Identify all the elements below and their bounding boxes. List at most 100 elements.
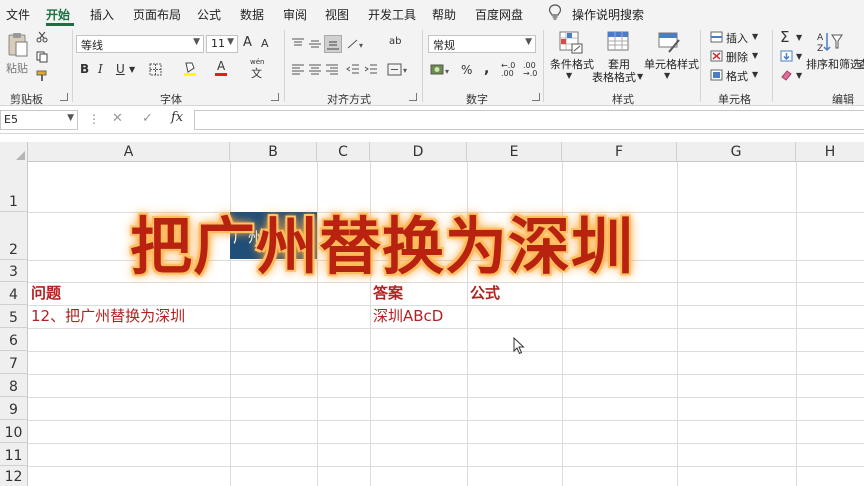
sort-filter-button[interactable]: 排序和筛选 — [806, 58, 861, 71]
insert-cells-icon[interactable] — [710, 31, 723, 43]
chevron-down-icon[interactable]: ▼ — [664, 71, 670, 80]
wrap-text-button[interactable]: ab — [389, 36, 401, 47]
increase-decimal-button[interactable]: ←.0 .00 — [501, 62, 519, 78]
clipboard-launcher[interactable] — [60, 93, 68, 101]
fill-color-icon[interactable] — [183, 60, 197, 76]
format-as-table-line2[interactable]: 表格格式 — [592, 71, 636, 84]
cancel-icon[interactable]: ✕ — [112, 111, 123, 126]
menu-insert[interactable]: 插入 — [90, 6, 114, 23]
chevron-down-icon[interactable]: ▼ — [752, 32, 758, 41]
insert-function-button[interactable]: fx — [171, 110, 183, 125]
merge-center-icon[interactable]: ▾ — [387, 63, 409, 76]
paste-button[interactable]: 粘贴 — [6, 60, 28, 76]
column-header-d[interactable]: D — [370, 142, 467, 162]
format-cells-icon[interactable] — [710, 69, 723, 81]
accounting-format-icon[interactable]: ▾ — [430, 64, 452, 76]
cell-d4[interactable]: 答案 — [373, 284, 403, 303]
column-header-b[interactable]: B — [230, 142, 317, 162]
shrink-font-button[interactable]: A — [261, 37, 269, 50]
formula-bar-splitter-icon[interactable]: ⋮ — [88, 112, 100, 126]
cell-a4[interactable]: 问题 — [31, 284, 61, 303]
row-header-3[interactable]: 3 — [0, 260, 28, 282]
menu-file[interactable]: 文件 — [6, 6, 30, 23]
decrease-indent-icon[interactable] — [346, 64, 360, 76]
grow-font-button[interactable]: A — [243, 35, 252, 50]
menu-baidu-netdisk[interactable]: 百度网盘 — [475, 6, 523, 23]
autosum-icon[interactable]: Σ — [780, 28, 789, 46]
font-name-select[interactable]: 等线 ▼ — [76, 35, 204, 53]
menu-view[interactable]: 视图 — [325, 6, 349, 23]
phonetic-guide-button[interactable]: wén 文 — [248, 58, 268, 80]
chevron-down-icon[interactable]: ▼ — [796, 71, 802, 80]
delete-cells-button[interactable]: 删除 — [726, 49, 748, 65]
format-painter-icon[interactable] — [36, 70, 48, 82]
column-header-c[interactable]: C — [317, 142, 370, 162]
formula-input[interactable] — [194, 110, 864, 130]
chevron-down-icon[interactable]: ▼ — [796, 33, 802, 42]
column-header-f[interactable]: F — [562, 142, 677, 162]
menu-data[interactable]: 数据 — [240, 6, 264, 23]
number-format-select[interactable]: 常规 ▼ — [428, 35, 536, 53]
conditional-format-icon[interactable] — [558, 30, 584, 54]
format-as-table-icon[interactable] — [606, 30, 630, 54]
number-launcher[interactable] — [532, 93, 540, 101]
menu-formulas[interactable]: 公式 — [197, 6, 221, 23]
fill-icon[interactable] — [780, 50, 793, 62]
orientation-icon[interactable]: ▾ — [346, 38, 366, 50]
row-header-1[interactable]: 1 — [0, 162, 28, 212]
row-header-7[interactable]: 7 — [0, 351, 28, 374]
tell-me-search[interactable]: 操作说明搜索 — [572, 6, 644, 23]
increase-indent-icon[interactable] — [364, 64, 378, 76]
align-right-icon[interactable] — [325, 64, 339, 76]
font-launcher[interactable] — [271, 93, 279, 101]
chevron-down-icon[interactable]: ▼ — [637, 72, 643, 81]
paste-icon[interactable] — [5, 30, 31, 60]
clear-icon[interactable] — [780, 69, 793, 81]
menu-home[interactable]: 开始 — [46, 6, 70, 23]
row-header-2[interactable]: 2 — [0, 212, 28, 260]
bold-button[interactable]: B — [80, 62, 89, 76]
menu-help[interactable]: 帮助 — [432, 6, 456, 23]
cut-icon[interactable] — [36, 31, 48, 43]
font-size-select[interactable]: 11 ▼ — [206, 35, 238, 53]
align-bottom-icon[interactable] — [324, 35, 342, 53]
cell-styles-icon[interactable] — [657, 30, 681, 54]
format-cells-button[interactable]: 格式 — [726, 68, 748, 84]
alignment-launcher[interactable] — [409, 93, 417, 101]
find-select-button[interactable]: 查 — [858, 58, 864, 71]
select-all-button[interactable] — [0, 142, 28, 162]
row-header-11[interactable]: 11 — [0, 443, 28, 466]
column-header-h[interactable]: H — [796, 142, 864, 162]
row-header-12[interactable]: 12 — [0, 466, 28, 486]
insert-cells-button[interactable]: 插入 — [726, 30, 748, 46]
row-header-5[interactable]: 5 — [0, 305, 28, 328]
align-top-icon[interactable] — [291, 38, 305, 50]
menu-developer[interactable]: 开发工具 — [368, 6, 416, 23]
decrease-decimal-button[interactable]: .00 →.0 — [523, 62, 541, 78]
align-middle-icon[interactable] — [308, 38, 322, 50]
comma-style-button[interactable]: , — [484, 61, 489, 77]
row-header-4[interactable]: 4 — [0, 282, 28, 305]
align-center-icon[interactable] — [308, 64, 322, 76]
cell-a5[interactable]: 12、把广州替换为深圳 — [31, 307, 185, 326]
underline-button[interactable]: U — [116, 62, 125, 76]
column-header-g[interactable]: G — [677, 142, 796, 162]
enter-icon[interactable]: ✓ — [142, 111, 153, 126]
copy-icon[interactable] — [36, 51, 48, 63]
conditional-format-button[interactable]: 条件格式 — [550, 58, 594, 71]
row-header-8[interactable]: 8 — [0, 374, 28, 397]
chevron-down-icon[interactable]: ▼ — [129, 65, 135, 74]
column-header-e[interactable]: E — [467, 142, 562, 162]
cell-styles-button[interactable]: 单元格样式 — [644, 58, 699, 71]
row-header-6[interactable]: 6 — [0, 328, 28, 351]
format-as-table-line1[interactable]: 套用 — [608, 58, 630, 71]
borders-icon[interactable] — [149, 63, 162, 76]
worksheet-grid[interactable]: A B C D E F G H 1 2 3 4 5 6 7 8 9 10 11 … — [0, 142, 864, 486]
chevron-down-icon[interactable]: ▼ — [566, 71, 572, 80]
row-header-9[interactable]: 9 — [0, 397, 28, 420]
chevron-down-icon[interactable]: ▼ — [752, 70, 758, 79]
column-header-a[interactable]: A — [28, 142, 230, 162]
chevron-down-icon[interactable]: ▼ — [796, 52, 802, 61]
chevron-down-icon[interactable]: ▼ — [752, 51, 758, 60]
menu-page-layout[interactable]: 页面布局 — [133, 6, 181, 23]
